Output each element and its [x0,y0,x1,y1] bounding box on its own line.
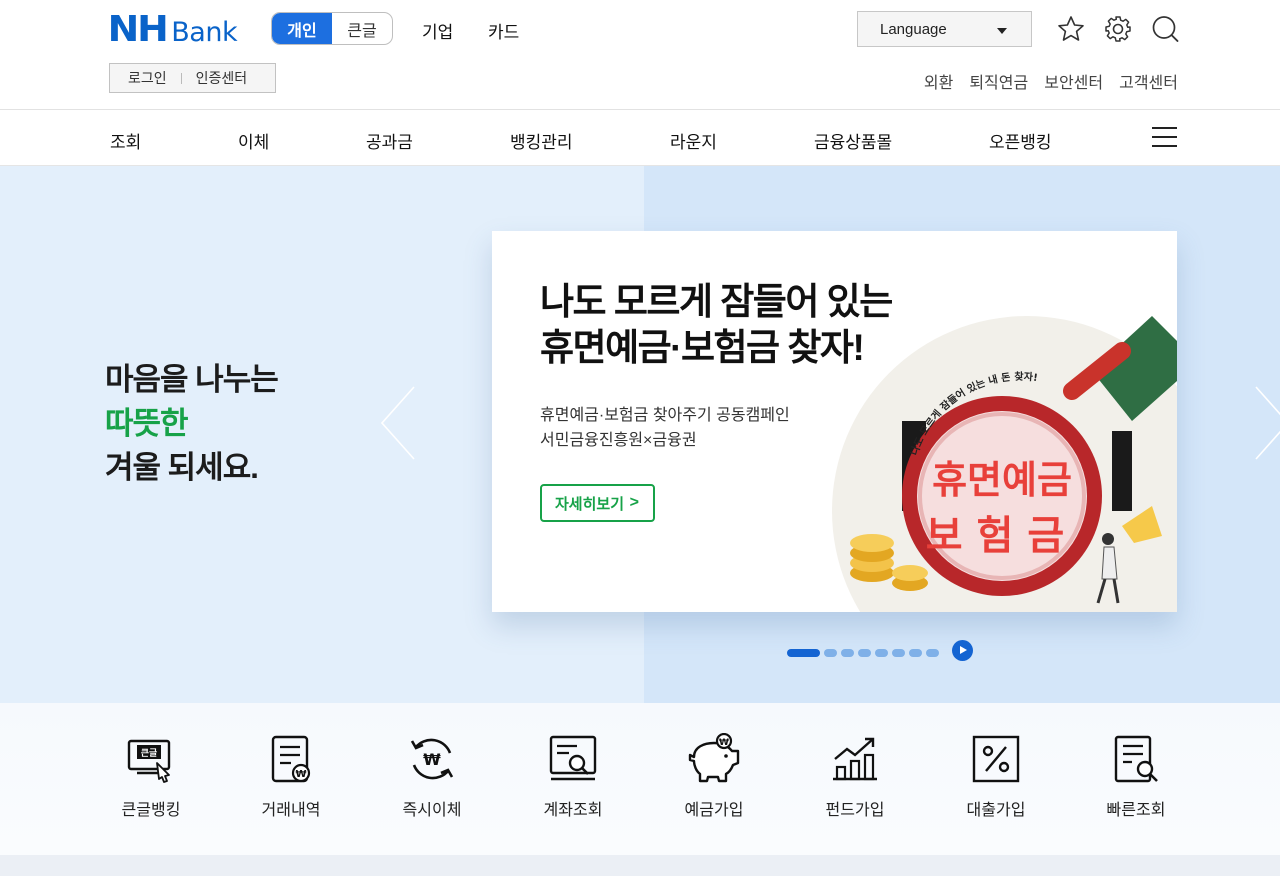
logo-nh: NH [107,9,169,50]
quick-label: 거래내역 [261,802,321,819]
quick-fast-inquiry[interactable]: 빠른조회 [1071,733,1201,820]
quick-account-inquiry[interactable]: 계좌조회 [508,733,638,820]
slide-dot[interactable] [875,649,888,657]
quick-inquiry-icon [1114,735,1158,783]
util-link-customer-center[interactable]: 고객센터 [1119,69,1178,93]
won-symbol: ₩ [719,738,729,748]
quick-transaction-history[interactable]: ₩ 거래내역 [226,733,356,820]
large-text-banking-icon: 큰글 [127,739,171,783]
large-text-icon-label: 큰글 [141,748,158,759]
quick-label: 예금가입 [684,802,744,819]
nav-inquiry[interactable]: 조회 [110,128,141,153]
search-icon[interactable] [1150,14,1180,44]
main-nav: 조회 이체 공과금 뱅킹관리 라운지 금융상품몰 오픈뱅킹 [0,111,1280,166]
view-details-label: 자세히보기 [555,495,625,513]
quick-label: 큰글뱅킹 [121,802,181,819]
logo-bank: Bank [171,17,238,48]
top-nav-card[interactable]: 카드 [488,18,519,43]
nav-lounge[interactable]: 라운지 [670,128,717,153]
hero-line-3: 겨울 되세요. [105,450,259,485]
quick-instant-transfer[interactable]: ₩ 즉시이체 [367,733,497,820]
slide-dot[interactable] [824,649,837,657]
slide-dot[interactable] [787,649,820,657]
banner-subtitle: 휴면예금·보험금 찾아주기 공동캠페인 서민금융진흥원×금융권 [540,403,790,453]
banner-sub-line-2: 서민금융진흥원×금융권 [540,432,697,449]
slide-dot[interactable] [926,649,939,657]
hero-message: 마음을 나누는 따뜻한 겨울 되세요. [105,358,279,490]
promo-banner[interactable]: 나도 모르게 잠들어 있는 휴면예금·보험금 찾자! 휴면예금·보험금 찾아주기… [492,231,1177,612]
won-symbol: ₩ [423,750,441,769]
login-link[interactable]: 로그인 [128,68,167,88]
magnifier-illustration: 나도 모르게 잠들어 있는 내 돈 찾자! 휴면예금 보험금 [832,316,1177,612]
site-header: NH Bank 개인 큰글 기업 카드 Language 로그인 인증센터 외환… [0,0,1280,110]
quick-loan-signup[interactable]: 대출가입 [931,733,1061,820]
quick-fund-signup[interactable]: 펀드가입 [790,733,920,820]
quick-label: 빠른조회 [1106,802,1166,819]
banner-art-insurance-text: 보험금 [926,513,1078,559]
transaction-history-icon: ₩ [271,735,311,783]
mode-toggle: 개인 큰글 [271,12,393,45]
quick-label: 대출가입 [966,802,1026,819]
instant-transfer-icon: ₩ [410,738,454,780]
language-label: Language [880,20,947,38]
nav-banking-management[interactable]: 뱅킹관리 [510,128,573,153]
gear-icon[interactable] [1103,14,1133,44]
login-box: 로그인 인증센터 [109,63,276,93]
slide-dot[interactable] [858,649,871,657]
banner-art-dormant-text: 휴면예금 [932,458,1072,502]
won-symbol: ₩ [295,769,306,780]
caret-down-icon [997,28,1007,34]
slide-dot[interactable] [841,649,854,657]
segment-large-text[interactable]: 큰글 [332,13,392,44]
view-details-button[interactable]: 자세히보기 > [540,484,655,522]
hero-section: 마음을 나누는 따뜻한 겨울 되세요. 나도 모르게 잠들어 있는 휴면예금·보… [0,166,1280,703]
nav-utility-bills[interactable]: 공과금 [366,128,413,153]
slide-dot[interactable] [892,649,905,657]
utility-links: 외환 퇴직연금 보안센터 고객센터 [924,69,1178,93]
nav-open-banking[interactable]: 오픈뱅킹 [989,128,1052,153]
language-select[interactable]: Language [857,11,1032,47]
top-nav-business[interactable]: 기업 [422,18,453,43]
util-link-foreign-exchange[interactable]: 외환 [924,69,953,93]
util-link-security-center[interactable]: 보안센터 [1044,69,1103,93]
login-divider [180,72,182,84]
nav-financial-mall[interactable]: 금융상품몰 [814,128,892,153]
slide-pagination [787,643,939,663]
prev-slide-arrow-icon[interactable] [378,383,418,463]
next-slide-arrow-icon[interactable] [1252,383,1280,463]
account-inquiry-icon [549,735,597,781]
nh-bank-logo[interactable]: NH Bank [107,9,238,50]
fund-chart-icon [833,737,877,781]
cert-center-link[interactable]: 인증센터 [196,68,248,88]
quick-label: 계좌조회 [543,802,603,819]
loan-percent-icon [972,735,1020,783]
nav-transfer[interactable]: 이체 [238,128,269,153]
play-icon[interactable] [952,640,973,661]
hero-line-2: 따뜻한 [105,406,189,441]
bottom-band [0,855,1280,876]
chevron-right-icon: > [629,494,639,511]
quick-deposit-signup[interactable]: ₩ 예금가입 [649,733,779,820]
quick-label: 즉시이체 [402,802,462,819]
quick-menu: 큰글 큰글뱅킹 ₩ 거래내역 ₩ 즉시이체 계좌조회 ₩ 예금가입 펀드가입 대… [0,703,1280,855]
slide-dot[interactable] [909,649,922,657]
banner-sub-line-1: 휴면예금·보험금 찾아주기 공동캠페인 [540,407,790,424]
star-icon[interactable] [1056,14,1086,44]
util-link-pension[interactable]: 퇴직연금 [969,69,1028,93]
quick-large-text-banking[interactable]: 큰글 큰글뱅킹 [86,733,216,820]
quick-label: 펀드가입 [825,802,885,819]
segment-personal[interactable]: 개인 [272,13,332,44]
hero-line-1: 마음을 나누는 [105,362,279,397]
piggy-bank-icon: ₩ [688,733,740,783]
hamburger-icon[interactable] [1152,127,1177,149]
